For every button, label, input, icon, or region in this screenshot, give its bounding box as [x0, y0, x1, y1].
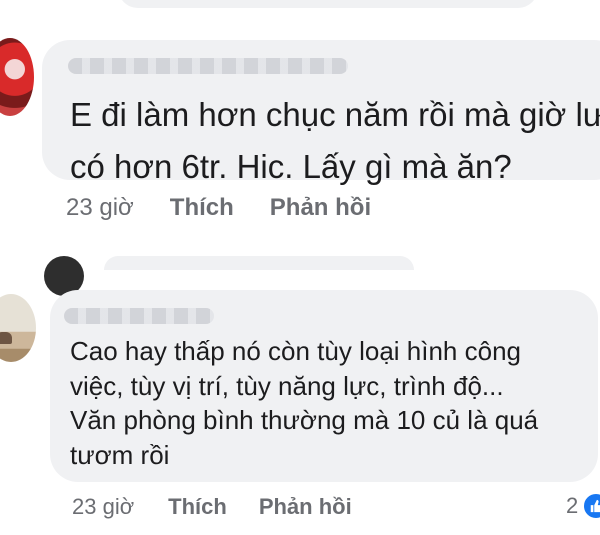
comment-actions: 23 giờ Thích Phản hồi [66, 194, 371, 222]
like-button[interactable]: Thích [170, 194, 234, 222]
reply-bubble-edge [104, 256, 414, 270]
comment-text: Cao hay thấp nó còn tùy loại hình công v… [70, 336, 539, 470]
like-reaction-icon [582, 492, 600, 520]
commenter-avatar[interactable] [0, 294, 36, 362]
comment-timestamp[interactable]: 23 giờ [72, 494, 134, 520]
commenter-avatar[interactable] [0, 38, 34, 116]
blurred-author-name [68, 58, 348, 74]
reaction-summary[interactable]: 2 [566, 492, 600, 520]
comment-timestamp[interactable]: 23 giờ [66, 194, 134, 222]
previous-comment-bubble-edge [118, 0, 538, 8]
blurred-author-name [64, 308, 214, 324]
reply-button[interactable]: Phản hồi [259, 494, 352, 520]
like-button[interactable]: Thích [168, 494, 227, 520]
reply-button[interactable]: Phản hồi [270, 194, 371, 222]
comment-actions: 23 giờ Thích Phản hồi [72, 494, 352, 520]
comment-text: E đi làm hơn chục năm rồi mà giờ lươ có … [70, 96, 600, 185]
reaction-count: 2 [566, 493, 579, 518]
